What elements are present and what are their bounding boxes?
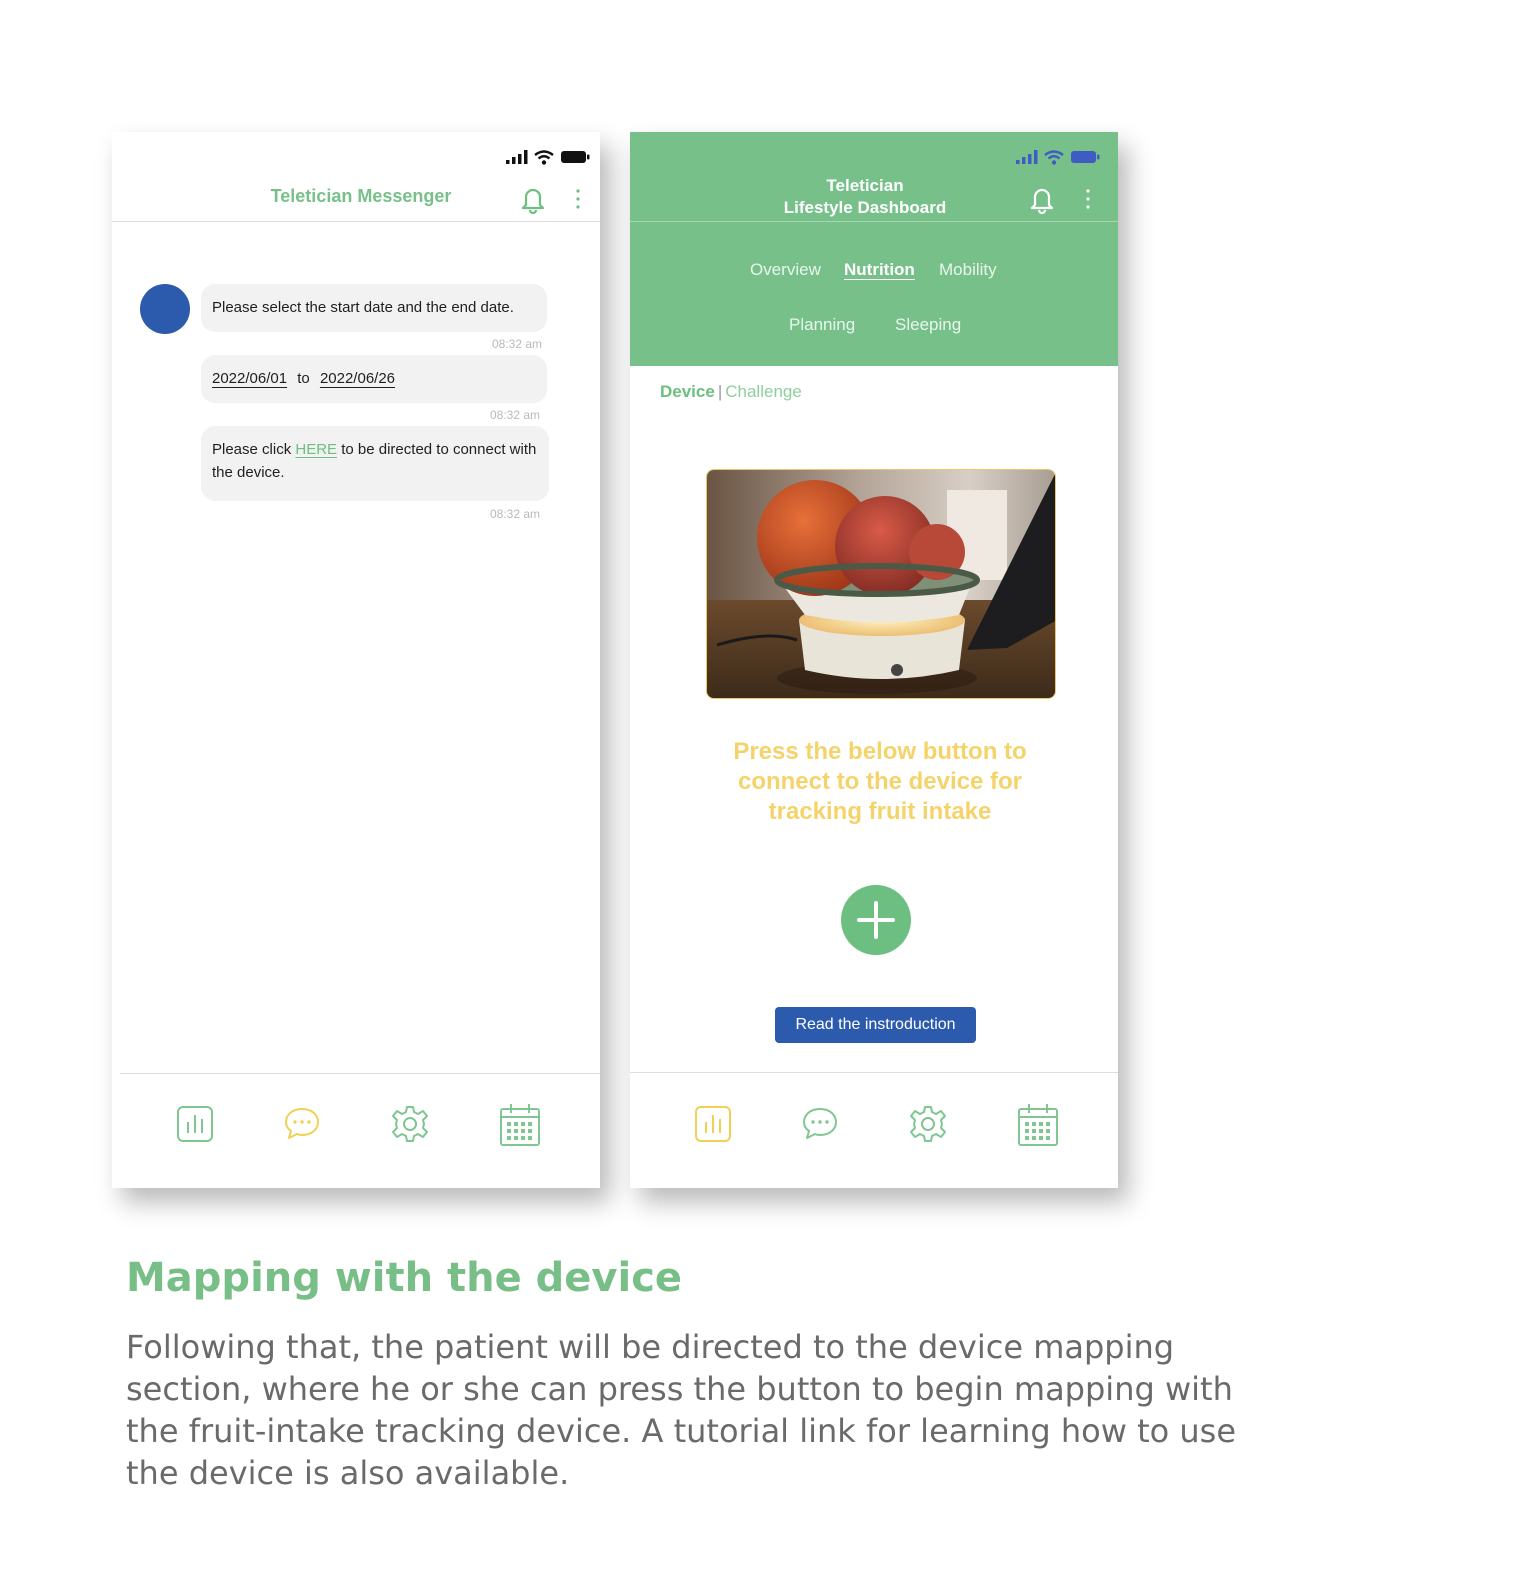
- page-title: Teletician Lifestyle Dashboard: [750, 175, 980, 219]
- date-connector: to: [297, 370, 310, 387]
- calendar-icon[interactable]: [498, 1102, 542, 1148]
- subtab-device[interactable]: Device: [660, 382, 715, 401]
- tabbar-divider: [120, 1073, 600, 1074]
- status-bar: [1016, 146, 1100, 168]
- plus-icon: [857, 901, 895, 939]
- message-timestamp: 08:32 am: [490, 408, 541, 422]
- end-date[interactable]: 2022/06/26: [320, 370, 395, 387]
- battery-icon: [1071, 151, 1100, 163]
- start-date[interactable]: 2022/06/01: [212, 370, 287, 387]
- subtab-separator: |: [717, 382, 723, 401]
- header-divider: [630, 221, 1118, 222]
- add-device-button[interactable]: [841, 885, 911, 955]
- connect-prompt: Press the below button to connect to the…: [733, 738, 1027, 825]
- more-vertical-icon[interactable]: [574, 188, 582, 210]
- tab-mobility[interactable]: Mobility: [939, 260, 997, 280]
- fruit-bowl-device-image: [707, 470, 1055, 698]
- message-text: Please select the start date and the end…: [212, 299, 514, 316]
- tab-planning[interactable]: Planning: [789, 315, 855, 335]
- message-bubble: Please click HERE to be directed to conn…: [201, 426, 549, 501]
- tabbar-divider: [630, 1072, 1118, 1073]
- sub-tabs: Device | Challenge: [660, 382, 802, 402]
- bell-icon[interactable]: [1028, 184, 1056, 214]
- read-introduction-button[interactable]: Read the instroduction: [775, 1007, 976, 1043]
- chart-icon[interactable]: [176, 1105, 214, 1143]
- tab-overview[interactable]: Overview: [750, 260, 821, 280]
- caption-title: Mapping with the device: [126, 1255, 683, 1301]
- messenger-header: Teletician Messenger: [112, 172, 600, 222]
- chart-icon[interactable]: [694, 1105, 732, 1143]
- caption-body: Following that, the patient will be dire…: [126, 1328, 1237, 1492]
- settings-icon[interactable]: [390, 1104, 430, 1144]
- calendar-icon[interactable]: [1016, 1102, 1060, 1148]
- wifi-icon: [1044, 149, 1064, 165]
- settings-icon[interactable]: [908, 1104, 948, 1144]
- more-vertical-icon[interactable]: [1084, 188, 1092, 210]
- device-photo: [706, 469, 1056, 699]
- subtab-challenge[interactable]: Challenge: [725, 382, 802, 401]
- title-line-1: Teletician: [826, 176, 904, 195]
- bell-icon[interactable]: [519, 184, 547, 214]
- battery-icon: [561, 151, 590, 163]
- chat-icon[interactable]: [283, 1106, 321, 1142]
- date-range-bubble: 2022/06/01 to 2022/06/26: [201, 355, 547, 403]
- chat-icon[interactable]: [801, 1106, 839, 1142]
- message-bubble: Please select the start date and the end…: [201, 284, 547, 332]
- tab-sleeping[interactable]: Sleeping: [895, 315, 961, 335]
- status-bar: [506, 146, 590, 168]
- avatar: [140, 284, 190, 334]
- messenger-screen: Teletician Messenger Please select the s…: [112, 132, 600, 1188]
- title-line-2: Lifestyle Dashboard: [783, 198, 947, 217]
- here-link[interactable]: HERE: [295, 441, 337, 458]
- tab-nutrition[interactable]: Nutrition: [844, 260, 915, 280]
- message-timestamp: 08:32 am: [490, 507, 541, 521]
- dashboard-screen: Teletician Lifestyle Dashboard Overview …: [630, 132, 1118, 1188]
- message-timestamp: 08:32 am: [492, 337, 543, 351]
- signal-icon: [1016, 150, 1038, 164]
- message-text-before: Please click: [212, 441, 296, 458]
- signal-icon: [506, 150, 528, 164]
- wifi-icon: [534, 149, 554, 165]
